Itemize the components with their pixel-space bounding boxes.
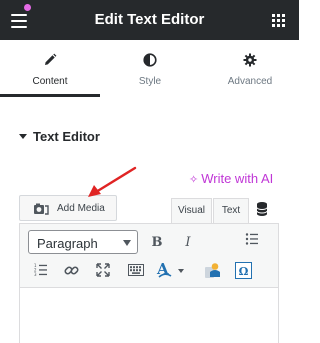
gear-icon — [243, 53, 257, 67]
text-editor: Paragraph B I 1 2 3 A Ω — [19, 223, 279, 343]
write-with-ai-label: Write with AI — [201, 171, 274, 186]
link-icon[interactable] — [64, 263, 79, 278]
tab-style[interactable]: Style — [100, 40, 200, 97]
keyboard-icon[interactable] — [128, 264, 144, 276]
text-mode-tab[interactable]: Text — [213, 198, 249, 224]
special-characters-icon[interactable]: Ω — [235, 262, 252, 279]
tab-advanced[interactable]: Advanced — [200, 40, 299, 97]
half-circle-icon — [143, 53, 157, 67]
write-with-ai-link[interactable]: ✧ Write with AI — [189, 171, 273, 186]
section-title: Text Editor — [33, 129, 100, 144]
svg-text:Ω: Ω — [239, 265, 249, 278]
tab-label-advanced: Advanced — [227, 76, 273, 87]
tab-label-content: Content — [32, 76, 68, 87]
fullscreen-icon[interactable] — [96, 263, 110, 277]
bulleted-list-icon[interactable] — [245, 232, 259, 246]
format-select[interactable]: Paragraph — [28, 230, 138, 254]
visual-mode-tab[interactable]: Visual — [171, 198, 212, 224]
paste-icon[interactable] — [204, 262, 222, 279]
format-select-value: Paragraph — [37, 236, 98, 251]
bold-icon[interactable]: B — [146, 231, 168, 253]
pencil-icon — [45, 53, 57, 65]
chevron-down-icon — [123, 240, 131, 246]
grid-icon[interactable] — [272, 14, 286, 28]
editor-toolbar: Paragraph B I 1 2 3 A Ω — [20, 224, 278, 288]
add-media-icon — [34, 203, 49, 215]
panel-tabs: Content Style Advanced — [0, 40, 299, 97]
panel-title: Edit Text Editor — [94, 11, 205, 28]
sparkle-icon: ✧ — [189, 174, 199, 186]
text-color-icon[interactable]: A — [156, 261, 186, 279]
caret-down-icon — [19, 134, 27, 140]
panel-header: Edit Text Editor — [0, 0, 299, 40]
svg-text:3: 3 — [34, 272, 37, 277]
section-toggle-text-editor[interactable]: Text Editor — [19, 129, 100, 144]
editor-content-area[interactable] — [20, 289, 278, 343]
italic-icon[interactable]: I — [177, 231, 199, 253]
add-media-button[interactable]: Add Media — [19, 195, 117, 221]
tab-content[interactable]: Content — [0, 40, 100, 97]
numbered-list-icon[interactable]: 1 2 3 — [34, 263, 48, 277]
database-icon[interactable] — [255, 201, 269, 217]
add-media-label: Add Media — [57, 203, 105, 214]
tab-label-style: Style — [138, 76, 162, 87]
